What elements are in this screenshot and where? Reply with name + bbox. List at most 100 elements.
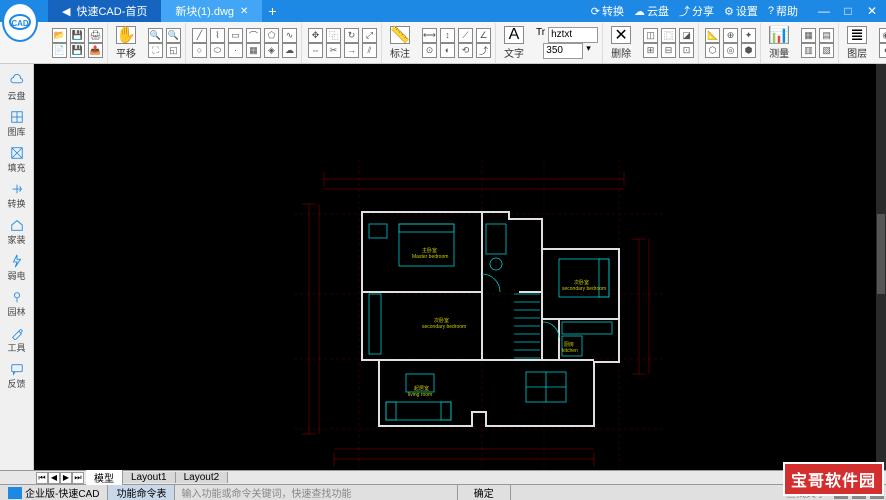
tab-model[interactable]: 模型: [86, 470, 123, 485]
util2-icon[interactable]: ⊕: [723, 28, 738, 43]
annotate-button[interactable]: 📏标注: [384, 26, 416, 60]
circle-icon[interactable]: ○: [192, 43, 207, 58]
tab-layout2[interactable]: Layout2: [176, 472, 229, 483]
svg-text:CAD: CAD: [11, 19, 29, 28]
util5-icon[interactable]: ◎: [723, 43, 738, 58]
util1-icon[interactable]: 📐: [705, 28, 720, 43]
block5-icon[interactable]: ⊟: [661, 43, 676, 58]
convert-button[interactable]: ⟳转换: [591, 3, 624, 19]
hatch-icon[interactable]: ▦: [246, 43, 261, 58]
cloud-button[interactable]: ☁云盘: [634, 3, 669, 19]
block4-icon[interactable]: ⊞: [643, 43, 658, 58]
ellipse-icon[interactable]: ⬭: [210, 43, 225, 58]
cloud-icon[interactable]: ☁: [282, 43, 297, 58]
point-icon[interactable]: ·: [228, 43, 243, 58]
save-icon[interactable]: 💾: [70, 28, 85, 43]
util4-icon[interactable]: ⬡: [705, 43, 720, 58]
grid1-icon[interactable]: ▦: [801, 28, 816, 43]
move-icon[interactable]: ✥: [308, 28, 323, 43]
dim3-icon[interactable]: ⟋: [458, 28, 473, 43]
pline-icon[interactable]: ⌇: [210, 28, 225, 43]
util6-icon[interactable]: ⬢: [741, 43, 756, 58]
poly-icon[interactable]: ⬠: [264, 28, 279, 43]
sidebar-tools[interactable]: 工具: [0, 322, 33, 358]
open-icon[interactable]: 📂: [52, 28, 67, 43]
grid4-icon[interactable]: ▧: [819, 43, 834, 58]
layout-prev[interactable]: ◀: [48, 472, 60, 484]
region-icon[interactable]: ◈: [264, 43, 279, 58]
layout-last[interactable]: ⏭: [72, 472, 84, 484]
block6-icon[interactable]: ⊡: [679, 43, 694, 58]
layout-next[interactable]: ▶: [60, 472, 72, 484]
scale-icon[interactable]: ⤢: [362, 28, 377, 43]
dim6-icon[interactable]: ◐: [440, 43, 455, 58]
block3-icon[interactable]: ◪: [679, 28, 694, 43]
sidebar-garden[interactable]: 园林: [0, 286, 33, 322]
mirror-icon[interactable]: ⇔: [308, 43, 323, 58]
print-icon[interactable]: 🖨: [88, 28, 103, 43]
grid2-icon[interactable]: ▤: [819, 28, 834, 43]
sidebar-library[interactable]: 图库: [0, 106, 33, 142]
lay1-icon[interactable]: ◉: [879, 28, 886, 43]
sidebar-fill[interactable]: 填充: [0, 142, 33, 178]
help-button[interactable]: ?帮助: [768, 3, 798, 19]
sidebar-cloud[interactable]: 云盘: [0, 70, 33, 106]
export-icon[interactable]: 📤: [88, 43, 103, 58]
tab-home[interactable]: ◀快速CAD-首页: [48, 0, 161, 22]
extend-icon[interactable]: →: [344, 43, 359, 58]
rect-icon[interactable]: ▭: [228, 28, 243, 43]
zoomwin-icon[interactable]: ◱: [166, 43, 181, 58]
rotate-icon[interactable]: ↻: [344, 28, 359, 43]
font-select[interactable]: [548, 27, 598, 43]
layout-first[interactable]: ⏮: [36, 472, 48, 484]
dim5-icon[interactable]: ⊙: [422, 43, 437, 58]
zoomin-icon[interactable]: 🔍: [148, 28, 163, 43]
layer-button[interactable]: ≣图层: [841, 26, 873, 60]
arc-icon[interactable]: ⌒: [246, 28, 261, 43]
offset-icon[interactable]: ⫽: [362, 43, 377, 58]
new-icon[interactable]: 📄: [52, 43, 67, 58]
tab-layout1[interactable]: Layout1: [123, 472, 176, 483]
command-table-button[interactable]: 功能命令表: [108, 485, 175, 500]
share-button[interactable]: ⤴分享: [679, 3, 714, 19]
spline-icon[interactable]: ∿: [282, 28, 297, 43]
dim8-icon[interactable]: ⤴: [476, 43, 491, 58]
dim4-icon[interactable]: ∠: [476, 28, 491, 43]
app-logo[interactable]: CAD: [2, 2, 38, 42]
add-tab-button[interactable]: +: [262, 0, 282, 22]
block2-icon[interactable]: ⿴: [661, 28, 676, 43]
minimize-button[interactable]: —: [816, 4, 832, 18]
grid3-icon[interactable]: ▥: [801, 43, 816, 58]
saveas-icon[interactable]: 💾: [70, 43, 85, 58]
measure-button[interactable]: 📊测量: [763, 26, 795, 60]
copy-icon[interactable]: ⿻: [326, 28, 341, 43]
util3-icon[interactable]: ✦: [741, 28, 756, 43]
line-icon[interactable]: ╱: [192, 28, 207, 43]
settings-button[interactable]: ⚙设置: [724, 3, 758, 19]
delete-button[interactable]: ✕删除: [605, 26, 637, 60]
dim2-icon[interactable]: ↕: [440, 28, 455, 43]
sidebar-feedback[interactable]: 反馈: [0, 358, 33, 394]
lay3-icon[interactable]: ●: [879, 43, 886, 58]
dim1-icon[interactable]: ⟷: [422, 28, 437, 43]
maximize-button[interactable]: □: [840, 4, 856, 18]
sidebar-home[interactable]: 家装: [0, 214, 33, 250]
command-input[interactable]: 输入功能或命令关键词，快速查找功能: [175, 485, 456, 500]
dim7-icon[interactable]: ⟲: [458, 43, 473, 58]
block1-icon[interactable]: ◫: [643, 28, 658, 43]
svg-text:secondary bedroom: secondary bedroom: [422, 324, 466, 330]
svg-text:次卧室: 次卧室: [434, 317, 449, 324]
close-button[interactable]: ✕: [864, 4, 880, 18]
pan-button[interactable]: ✋平移: [110, 26, 142, 60]
drawing-canvas[interactable]: 主卧室Master bedroom 次卧室secondary bedroom 次…: [34, 64, 886, 470]
size-input[interactable]: [543, 43, 583, 59]
sidebar-elec[interactable]: 弱电: [0, 250, 33, 286]
tab-file[interactable]: 新块(1).dwg✕: [161, 0, 262, 22]
close-icon[interactable]: ✕: [240, 6, 248, 17]
ok-button[interactable]: 确定: [457, 485, 511, 500]
zoomfit-icon[interactable]: ⛶: [148, 43, 163, 58]
sidebar-transform[interactable]: 转换: [0, 178, 33, 214]
text-button[interactable]: A文字: [498, 26, 530, 60]
zoomout-icon[interactable]: 🔍: [166, 28, 181, 43]
trim-icon[interactable]: ✂: [326, 43, 341, 58]
